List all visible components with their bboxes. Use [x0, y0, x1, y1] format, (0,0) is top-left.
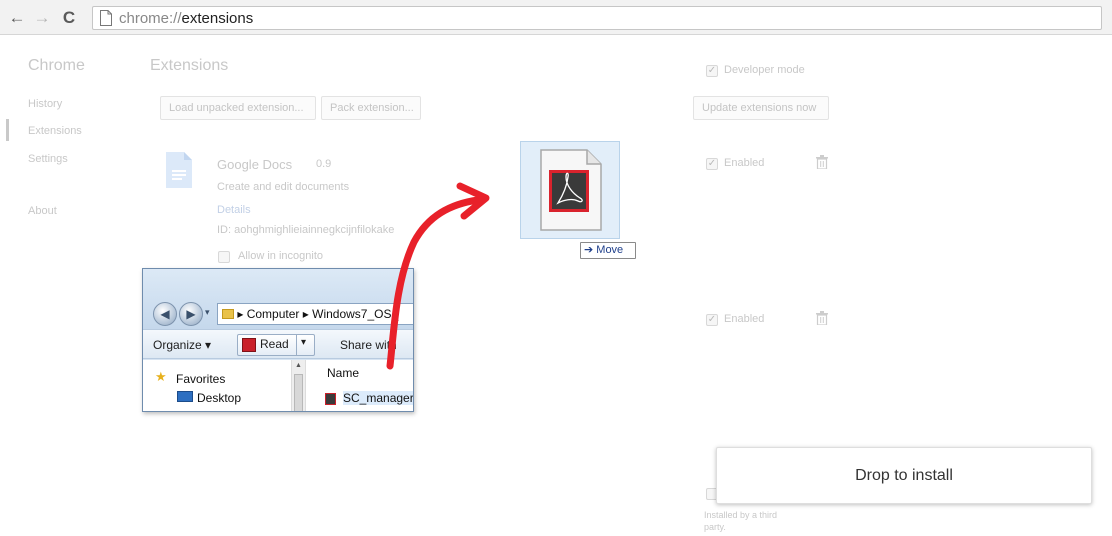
move-label: Move: [596, 244, 624, 256]
extension-id: ID: aohghmighlieiainnegkcijnfilokake: [217, 224, 395, 236]
favorites-item[interactable]: Favorites: [176, 372, 225, 386]
forward-arrow-icon: →: [33, 8, 51, 27]
url-path: extensions: [181, 9, 254, 27]
drop-to-install-overlay: Drop to install: [716, 447, 1092, 504]
organize-button[interactable]: Organize ▾: [153, 337, 211, 353]
enabled-label-2: Enabled: [724, 313, 765, 325]
drop-to-install-text: Drop to install: [855, 466, 953, 484]
third-party-note-line1: Installed by a third: [704, 510, 778, 520]
desktop-icon: [177, 391, 193, 402]
developer-mode-label: Developer mode: [724, 64, 805, 76]
extension-description: Create and edit documents: [217, 181, 350, 193]
sidebar-item-extensions[interactable]: Extensions: [28, 125, 82, 137]
explorer-command-bar: Organize ▾ Read ▾ Share with: [143, 329, 413, 359]
pdf-file-icon: [540, 149, 602, 231]
pack-extension-button[interactable]: Pack extension...: [321, 96, 421, 120]
navigation-scrollbar[interactable]: ▲: [291, 360, 306, 411]
address-bar[interactable]: chrome://extensions: [92, 6, 1102, 30]
dragged-file-preview: [520, 141, 620, 239]
extension-details-link[interactable]: Details: [217, 204, 251, 216]
allow-incognito-checkbox[interactable]: [218, 251, 230, 263]
name-column-header[interactable]: Name: [327, 366, 359, 380]
scroll-up-icon[interactable]: ▲: [295, 362, 302, 369]
red-annotation-arrow: [386, 182, 490, 370]
explorer-window: ◀ ▶ ▾ ▸ Computer ▸ Windows7_OS ( Organiz…: [142, 268, 414, 412]
explorer-forward-button[interactable]: ▶: [179, 302, 203, 326]
load-unpacked-button[interactable]: Load unpacked extension...: [160, 96, 316, 120]
address-url: chrome://extensions: [119, 10, 253, 27]
path-computer[interactable]: Computer: [247, 307, 300, 321]
reload-button[interactable]: C: [60, 9, 78, 27]
recent-pages-dropdown[interactable]: ▾: [205, 307, 210, 318]
scroll-thumb[interactable]: [294, 374, 303, 411]
path-separator: ▸: [237, 307, 244, 321]
trash-icon[interactable]: [816, 155, 828, 169]
update-extensions-button[interactable]: Update extensions now: [693, 96, 829, 120]
read-split-divider: [296, 335, 297, 355]
read-button[interactable]: Read ▾: [237, 334, 315, 356]
extension-version: 0.9: [316, 158, 332, 170]
move-arrow-icon: ➔: [584, 244, 594, 256]
page-title: Extensions: [150, 57, 229, 74]
explorer-back-button[interactable]: ◀: [153, 302, 177, 326]
file-item-sc-manager[interactable]: SC_manager: [343, 391, 413, 405]
enabled-checkbox-1[interactable]: ✓: [706, 158, 718, 170]
sidebar-selected-marker: [6, 119, 9, 141]
back-button[interactable]: ←: [8, 9, 26, 27]
enabled-label-1: Enabled: [724, 157, 765, 169]
sidebar-item-about[interactable]: About: [28, 205, 57, 217]
desktop-item[interactable]: Desktop: [197, 391, 241, 405]
read-label: Read: [260, 337, 289, 351]
browser-toolbar: ← → C chrome://extensions: [0, 0, 1112, 35]
acrobat-icon: [242, 338, 256, 352]
extension-name: Google Docs: [217, 157, 293, 172]
sidebar-item-history[interactable]: History: [28, 98, 62, 110]
page-icon: [100, 10, 112, 26]
reload-icon: C: [62, 8, 76, 27]
trash-icon[interactable]: [816, 311, 828, 325]
star-icon: ★: [155, 369, 167, 384]
pdf-small-icon: [325, 393, 336, 405]
enabled-checkbox-2[interactable]: ✓: [706, 314, 718, 326]
forward-button[interactable]: →: [33, 9, 51, 27]
back-arrow-icon: ←: [8, 8, 26, 27]
third-party-note-line2: party.: [704, 522, 726, 532]
developer-mode-checkbox[interactable]: ✓: [706, 65, 718, 77]
sidebar-item-settings[interactable]: Settings: [28, 153, 68, 165]
folder-icon: [222, 309, 234, 319]
sidebar-brand: Chrome: [28, 57, 85, 74]
allow-incognito-label: Allow in incognito: [238, 250, 323, 262]
url-scheme: chrome://: [119, 9, 182, 27]
path-separator: ▸: [302, 307, 309, 321]
google-docs-icon: [166, 152, 192, 188]
move-drag-badge: ➔ Move: [580, 242, 636, 259]
read-dropdown-icon[interactable]: ▾: [301, 337, 306, 348]
